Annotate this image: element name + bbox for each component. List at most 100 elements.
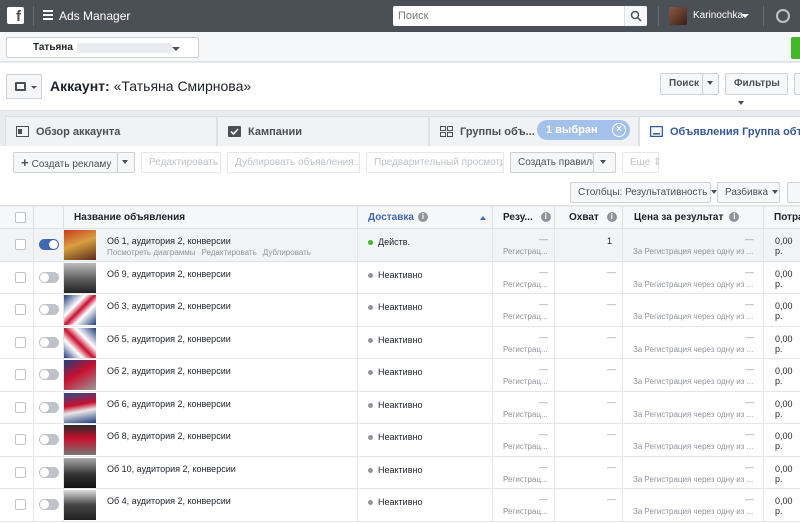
app-title[interactable]: Ads Manager xyxy=(59,9,130,23)
delivery-status-dot-icon xyxy=(368,467,373,473)
edit-button[interactable]: Редактировать xyxy=(141,152,221,173)
table-row[interactable]: Об 6, аудитория 2, конверсии Неактивно — Ре… xyxy=(0,391,800,424)
selection-badge[interactable]: 1 выбран × xyxy=(537,120,630,140)
search-dropdown-button[interactable] xyxy=(702,73,719,95)
filters-button[interactable]: Фильтры xyxy=(725,73,788,106)
create-rule-dropdown[interactable] xyxy=(593,152,616,173)
table-row[interactable]: Об 3, аудитория 2, конверсии Неактивно — Ре… xyxy=(0,294,800,327)
ad-status-toggle[interactable] xyxy=(39,466,59,478)
table-row[interactable]: Об 8, аудитория 2, конверсии Неактивно — Ре… xyxy=(0,424,800,457)
tab-account-overview[interactable]: Обзор аккаунта xyxy=(5,116,217,146)
view-charts-link[interactable]: Посмотреть диаграммы xyxy=(107,248,195,257)
row-checkbox[interactable] xyxy=(15,304,26,315)
breakdown-button[interactable]: Разбивка xyxy=(717,182,780,203)
account-selector[interactable]: Татьяна xyxy=(6,37,199,58)
row-checkbox[interactable] xyxy=(15,499,26,510)
table-row[interactable]: Об 1, аудитория 2, конверсии Посмотреть д… xyxy=(0,229,800,262)
ad-status-toggle[interactable] xyxy=(39,271,59,283)
cost-value: — xyxy=(745,331,754,342)
cost-type: За Регистрация через одну из ... xyxy=(633,474,754,484)
column-header-reach-label: Охват xyxy=(569,212,599,223)
toggle-header xyxy=(34,207,64,229)
duplicate-button[interactable]: Дублировать объявления... xyxy=(227,152,360,173)
chevron-down-icon[interactable] xyxy=(741,14,749,18)
delivery-status-dot-icon xyxy=(368,272,373,278)
info-icon[interactable]: i xyxy=(540,212,551,223)
column-header-cost[interactable]: Цена за результат i xyxy=(623,207,764,229)
table-row[interactable]: Об 2, аудитория 2, конверсии Неактивно — Ре… xyxy=(0,359,800,392)
ad-name[interactable]: Об 3, аудитория 2, конверсии xyxy=(107,301,231,311)
ad-name[interactable]: Об 10, аудитория 2, конверсии xyxy=(107,464,236,474)
column-header-reach[interactable]: Охват i xyxy=(555,207,623,229)
column-header-results[interactable]: Резу... i xyxy=(493,207,555,229)
preview-button[interactable]: Предварительный просмотр xyxy=(366,152,504,173)
ad-name[interactable]: Об 8, аудитория 2, конверсии xyxy=(107,431,231,441)
select-all-checkbox[interactable] xyxy=(15,212,26,223)
close-icon[interactable]: × xyxy=(612,123,626,137)
column-header-delivery[interactable]: Доставка i xyxy=(358,207,493,229)
results-value: — xyxy=(539,429,548,439)
create-rule-button[interactable]: Создать правило xyxy=(510,152,598,173)
results-value: — xyxy=(539,299,548,309)
user-name[interactable]: Karinochka xyxy=(693,10,743,21)
info-icon[interactable]: i xyxy=(417,212,428,223)
table-row[interactable]: Об 4, аудитория 2, конверсии Неактивно — Ре… xyxy=(0,489,800,522)
delivery-status-dot-icon xyxy=(368,240,373,245)
export-button[interactable] xyxy=(787,182,800,203)
chevron-down-icon xyxy=(122,160,128,165)
globe-icon[interactable] xyxy=(776,9,790,23)
row-checkbox[interactable] xyxy=(15,369,26,380)
view-switcher-button[interactable] xyxy=(6,74,42,99)
ad-name[interactable]: Об 4, аудитория 2, конверсии xyxy=(107,496,231,506)
ad-name[interactable]: Об 2, аудитория 2, конверсии xyxy=(107,366,231,376)
info-icon[interactable]: i xyxy=(729,212,740,223)
duplicate-link[interactable]: Дублировать xyxy=(263,248,311,257)
ad-name[interactable]: Об 1, аудитория 2, конверсии xyxy=(107,236,231,246)
row-checkbox[interactable] xyxy=(15,434,26,445)
results-value: — xyxy=(539,266,548,277)
ad-status-toggle[interactable] xyxy=(39,239,59,250)
column-header-name[interactable]: Название объявления xyxy=(64,207,358,229)
facebook-logo-icon[interactable]: f xyxy=(7,7,24,25)
row-checkbox[interactable] xyxy=(15,336,26,348)
create-ad-button[interactable]: + Создать рекламу xyxy=(13,152,118,173)
table-row[interactable]: Об 10, аудитория 2, конверсии Неактивно — Р… xyxy=(0,456,800,489)
ad-name[interactable]: Об 6, аудитория 2, конверсии xyxy=(107,399,231,409)
table-row[interactable]: Об 5, аудитория 2, конверсии Неактивно — Ре… xyxy=(0,326,800,359)
row-select-cell xyxy=(0,294,34,326)
divider xyxy=(763,6,764,26)
columns-button[interactable]: Столбцы: Результативность xyxy=(570,182,718,203)
column-header-spent[interactable]: Потра xyxy=(764,207,800,229)
search-input[interactable] xyxy=(393,6,623,26)
ad-status-toggle[interactable] xyxy=(39,304,59,315)
create-button[interactable] xyxy=(791,37,800,59)
ad-status-toggle[interactable] xyxy=(39,401,59,413)
row-select-cell xyxy=(0,229,34,261)
edit-link[interactable]: Редактировать xyxy=(201,248,256,257)
delivery-status: Неактивно xyxy=(378,399,423,410)
ad-status-toggle[interactable] xyxy=(39,336,59,348)
search-button[interactable] xyxy=(624,6,647,26)
create-ad-dropdown[interactable] xyxy=(117,152,135,173)
panel-icon xyxy=(15,82,26,91)
ad-name[interactable]: Об 9, аудитория 2, конверсии xyxy=(107,269,231,279)
row-checkbox[interactable] xyxy=(15,466,26,478)
column-header-name-label: Название объявления xyxy=(74,212,186,223)
info-icon[interactable]: i xyxy=(606,212,617,223)
more-button[interactable] xyxy=(794,73,800,95)
row-checkbox[interactable] xyxy=(15,401,26,413)
table-row[interactable]: Об 9, аудитория 2, конверсии Неактивно — Ре… xyxy=(0,261,800,294)
avatar[interactable] xyxy=(669,7,687,25)
ad-name[interactable]: Об 5, аудитория 2, конверсии xyxy=(107,334,231,344)
results-value: — xyxy=(539,331,548,342)
reach-value: 1 xyxy=(607,236,613,246)
row-checkbox[interactable] xyxy=(15,271,26,283)
menu-icon[interactable] xyxy=(43,10,53,20)
tab-ads[interactable]: Объявления Группа объяв... xyxy=(639,116,800,147)
row-checkbox[interactable] xyxy=(15,239,26,250)
ad-status-toggle[interactable] xyxy=(39,369,59,380)
more-button[interactable]: Еще ⇕ xyxy=(622,152,662,173)
ad-status-toggle[interactable] xyxy=(39,434,59,445)
tab-campaigns[interactable]: Кампании xyxy=(217,116,429,146)
ad-status-toggle[interactable] xyxy=(39,499,59,510)
